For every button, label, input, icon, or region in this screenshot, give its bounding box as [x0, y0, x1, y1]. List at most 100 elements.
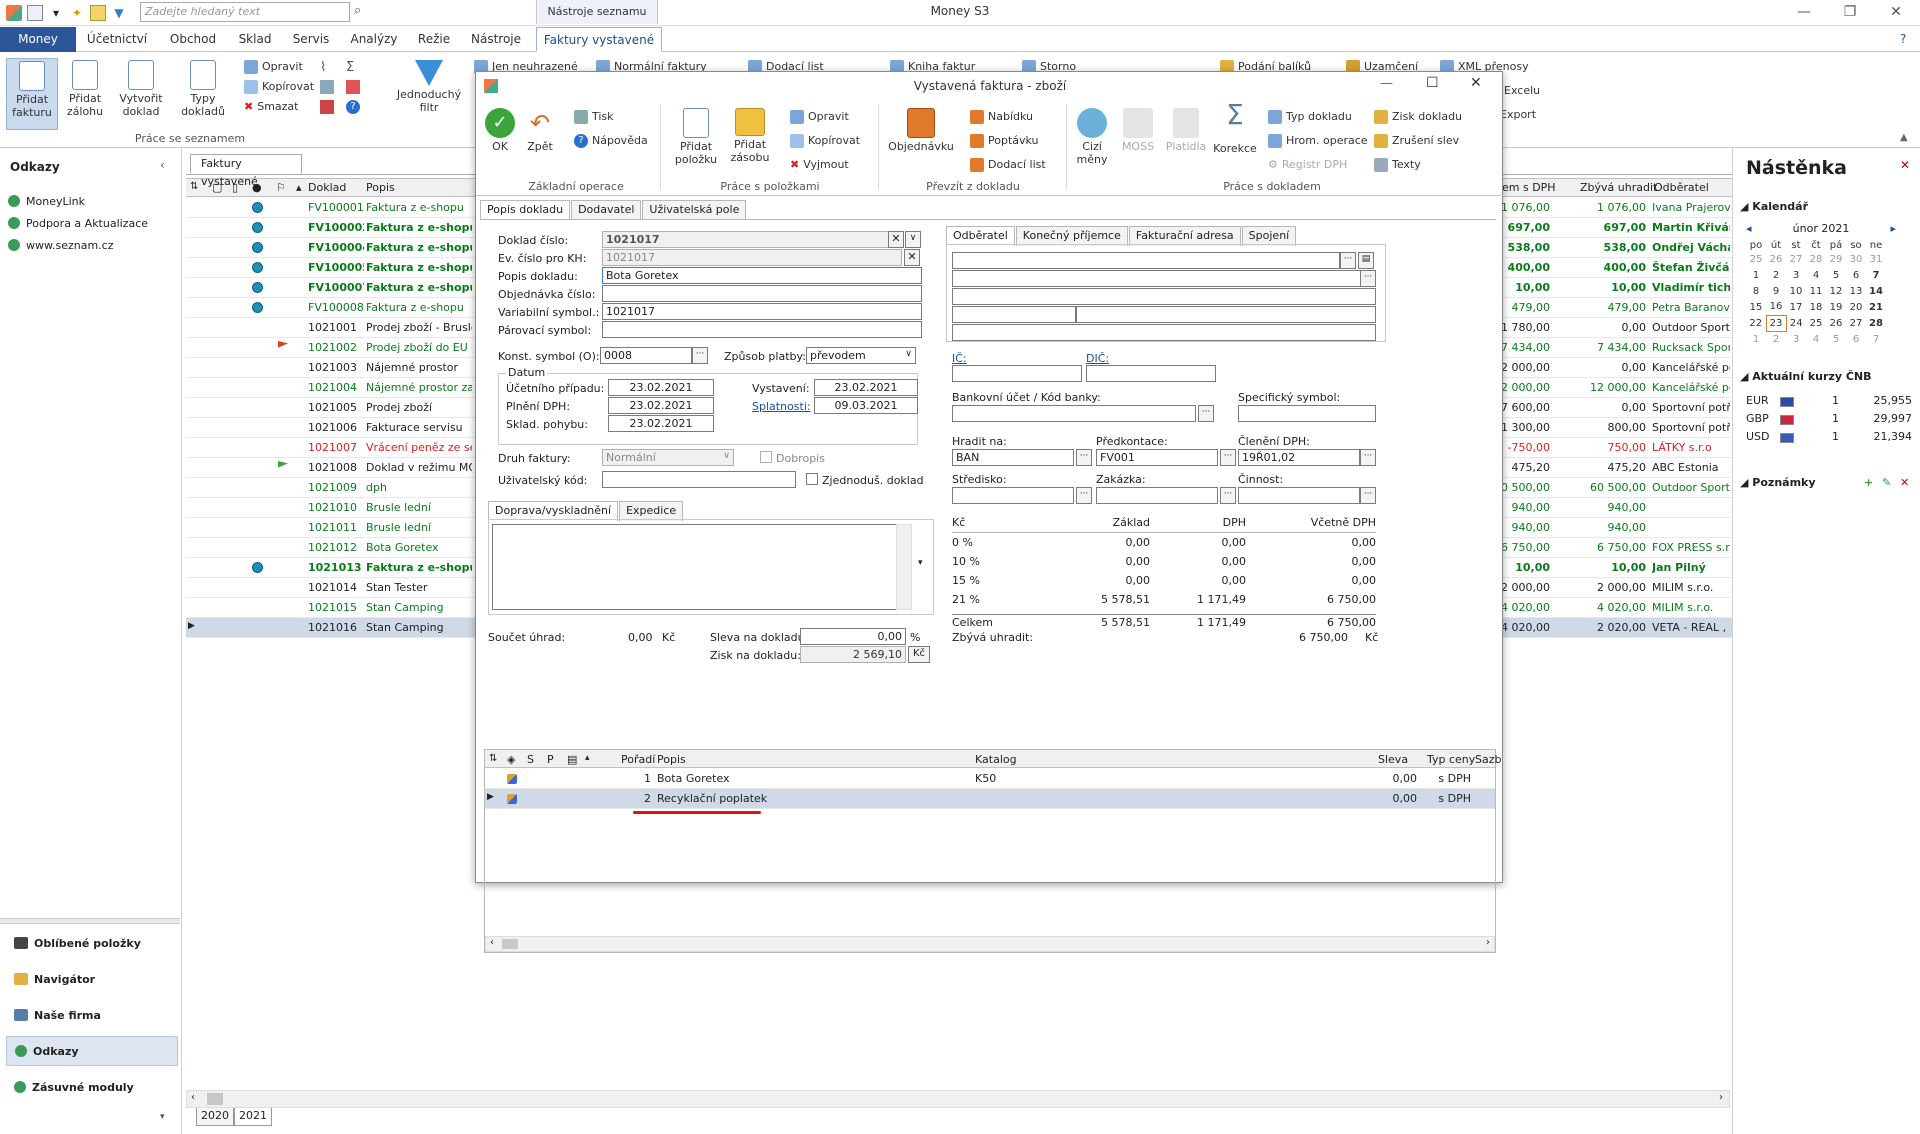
tab-sklad[interactable]: Sklad [232, 27, 278, 52]
calendar-day[interactable]: 1 [1746, 267, 1766, 283]
customer-country-field[interactable] [952, 324, 1376, 341]
calendar-day[interactable]: 22 [1746, 315, 1766, 331]
tab-money[interactable]: Money [0, 27, 76, 52]
order-number-field[interactable] [602, 285, 922, 302]
take-offer-button[interactable]: Nabídku [970, 108, 1033, 126]
restore-icon[interactable]: ❐ [1830, 0, 1870, 24]
nav-our-company[interactable]: Naše firma [6, 1000, 178, 1030]
table-icon[interactable] [320, 80, 334, 94]
next-month-icon[interactable]: ▸ [1890, 222, 1896, 235]
doc-desc-field[interactable]: Bota Goretex [602, 267, 922, 284]
calendar-day[interactable]: 27 [1846, 315, 1866, 331]
calendar-day[interactable]: 11 [1806, 283, 1826, 299]
calendar-day[interactable]: 4 [1806, 267, 1826, 283]
doc-number-dropdown-icon[interactable]: ∨ [905, 231, 921, 248]
vat-register-button[interactable]: ⚙ Registr DPH [1268, 156, 1347, 174]
tab-user-fields[interactable]: Uživatelská pole [642, 200, 747, 220]
const-symbol-picker-icon[interactable]: ··· [692, 347, 708, 364]
calendar-day[interactable]: 25 [1806, 315, 1826, 331]
edit-note-icon[interactable]: ✎ [1882, 476, 1891, 489]
collapse-ribbon-icon[interactable]: ▲ [1900, 132, 1908, 143]
notes-header[interactable]: ◢ Poznámky [1740, 476, 1816, 489]
moss-button[interactable]: MOSS [1116, 108, 1160, 153]
flag-col-icon[interactable]: ⚐ [276, 181, 286, 194]
scroll-left-icon[interactable]: ‹ [191, 1092, 195, 1103]
clear-doc-number-icon[interactable]: ✕ [888, 231, 904, 248]
tab-contact[interactable]: Spojení [1241, 226, 1297, 246]
calendar-day[interactable]: 24 [1786, 315, 1806, 331]
calendar-day[interactable]: 15 [1746, 299, 1766, 315]
tab-doc-description[interactable]: Popis dokladu [480, 200, 571, 220]
calendar-day[interactable]: 18 [1806, 299, 1826, 315]
activity-picker-icon[interactable]: ··· [1360, 487, 1376, 504]
due-date-link[interactable]: Splatnosti: [752, 400, 811, 413]
export-icon[interactable] [346, 80, 360, 94]
add-advance-button[interactable]: Přidat zálohu [62, 58, 108, 118]
payments-button[interactable]: Platidla [1164, 108, 1208, 153]
back-button[interactable]: ↶ Zpět [522, 108, 558, 153]
item-cut-button[interactable]: ✖ Vyjmout [790, 156, 849, 174]
invoice-kind-select[interactable]: Normální ∨ [602, 449, 734, 466]
due-date-field[interactable]: 09.03.2021 [814, 397, 918, 414]
col-remaining[interactable]: Zbývá uhradit [1580, 181, 1657, 194]
vat-split-picker-icon[interactable]: ··· [1360, 449, 1376, 466]
cancel-discounts-button[interactable]: Zrušení slev [1374, 132, 1459, 150]
items-col-s[interactable]: S [527, 753, 534, 766]
close-icon[interactable]: ✕ [1876, 0, 1916, 24]
item-row[interactable]: 1 Bota Goretex K50 0,00 s DPH [485, 769, 1495, 789]
profit-currency-button[interactable]: Kč [908, 646, 930, 663]
tab-expedition[interactable]: Expedice [619, 501, 684, 521]
calendar-day[interactable]: 12 [1826, 283, 1846, 299]
doc-number-field[interactable]: 1021017 [602, 231, 894, 248]
calendar-day[interactable]: 28 [1806, 251, 1826, 267]
take-order-button[interactable]: Objednávku [888, 108, 954, 153]
bulk-ops-button[interactable]: Hrom. operace [1268, 132, 1368, 150]
specific-symbol-field[interactable] [1238, 405, 1376, 422]
calendar-day[interactable]: 3 [1786, 267, 1806, 283]
ic-link[interactable]: IČ: [952, 352, 967, 365]
excel-button[interactable]: Excelu [1504, 82, 1540, 100]
discount-field[interactable]: 0,00 [800, 628, 906, 645]
calendar-day[interactable]: 14 [1866, 283, 1886, 299]
vat-date-field[interactable]: 23.02.2021 [608, 397, 714, 414]
items-type-icon[interactable]: ◈ [507, 753, 515, 766]
take-demand-button[interactable]: Poptávku [970, 132, 1039, 150]
address-book-icon[interactable]: ▤ [1358, 252, 1374, 269]
foreign-currency-button[interactable]: Cizí měny [1072, 108, 1112, 166]
calendar-day[interactable]: 19 [1826, 299, 1846, 315]
tab-ucetnictvi[interactable]: Účetnictví [82, 27, 152, 52]
var-symbol-field[interactable]: 1021017 [602, 303, 922, 320]
grid-tab[interactable]: Faktury vystavené [190, 154, 302, 188]
tab-obchod[interactable]: Obchod [160, 27, 226, 52]
calendar-day[interactable]: 7 [1866, 331, 1886, 347]
correction-button[interactable]: Σ Korekce [1212, 101, 1258, 156]
tab-final-recipient[interactable]: Konečný příjemce [1015, 226, 1128, 246]
calendar-day[interactable]: 17 [1786, 299, 1806, 315]
calendar-day[interactable]: 8 [1746, 283, 1766, 299]
sum-icon[interactable]: Σ [346, 60, 354, 75]
doc-profit-button[interactable]: Zisk dokladu [1374, 108, 1462, 126]
help-icon[interactable]: ? [1900, 32, 1906, 46]
items-col-discount[interactable]: Sleva [1378, 753, 1408, 766]
dialog-close-icon[interactable]: ✕ [1470, 75, 1482, 91]
col-customer[interactable]: Odběratel [1654, 181, 1709, 194]
pair-symbol-field[interactable] [602, 321, 922, 338]
rates-header[interactable]: ◢ Aktuální kurzy ČNB [1740, 370, 1871, 383]
calendar-day[interactable]: 5 [1826, 331, 1846, 347]
simple-filter-button[interactable]: Jednoduchý filtr [394, 58, 464, 114]
doc-types-button[interactable]: Typy dokladů [174, 58, 232, 118]
calendar-header[interactable]: ◢ Kalendář [1740, 200, 1808, 213]
ic-field[interactable] [952, 365, 1082, 382]
nav-navigator[interactable]: Navigátor [6, 964, 178, 994]
items-sort-icon[interactable]: ⇅ [489, 753, 497, 764]
calendar-day[interactable]: 30 [1846, 251, 1866, 267]
calendar-day[interactable]: 2 [1766, 331, 1786, 347]
tab-nastroje[interactable]: Nástroje [466, 27, 526, 52]
create-doc-button[interactable]: Vytvořit doklad [112, 58, 170, 118]
customer-name-field[interactable] [952, 252, 1340, 269]
calendar-day[interactable]: 23 [1765, 314, 1787, 332]
calendar-day[interactable]: 4 [1806, 331, 1826, 347]
calendar-day[interactable]: 16 [1766, 299, 1786, 315]
calendar-day[interactable]: 10 [1786, 283, 1806, 299]
customer-line-2[interactable] [952, 270, 1376, 287]
